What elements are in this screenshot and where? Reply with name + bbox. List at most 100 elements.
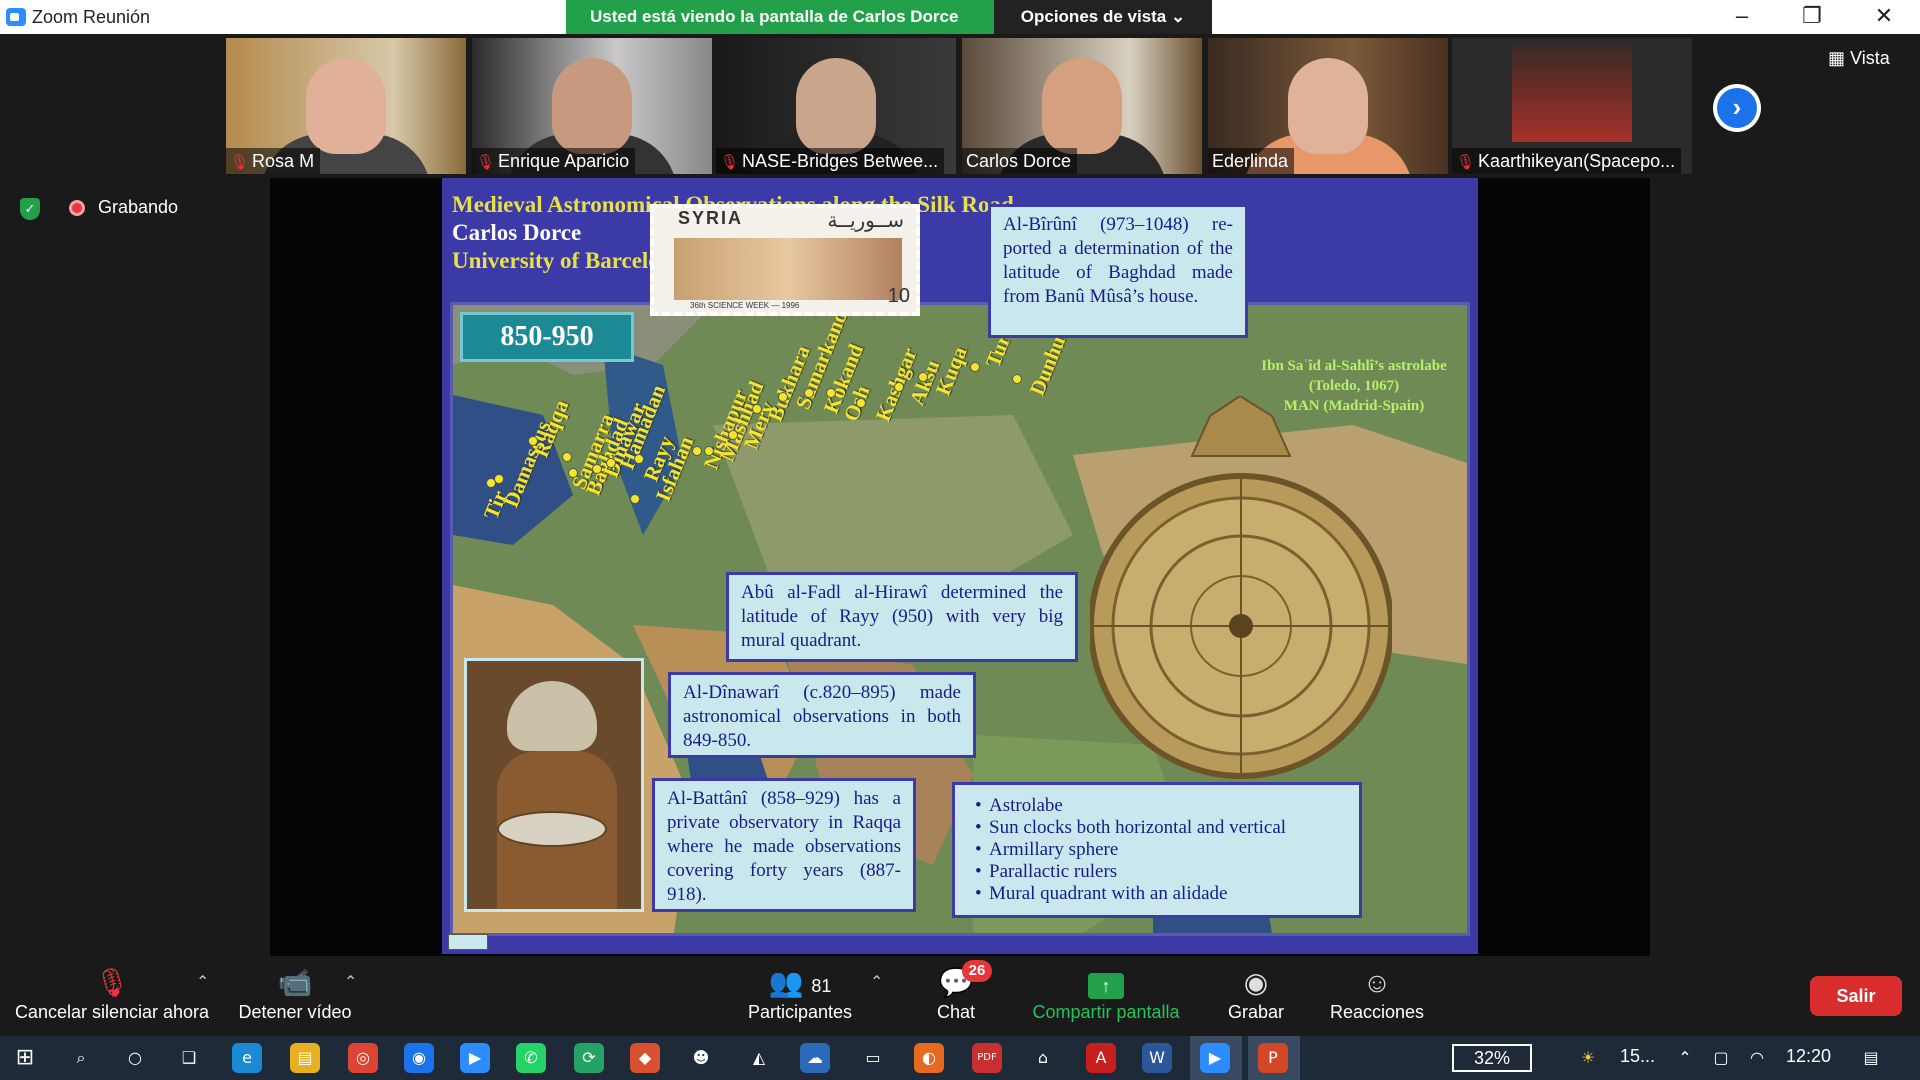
muted-mic-icon: 🎙 [476, 154, 496, 171]
participant-tile[interactable]: 🎙 NASE-Bridges Betwee... [716, 38, 956, 174]
participant-tile[interactable]: Ederlinda [1208, 38, 1448, 174]
zoom-active-icon[interactable]: ▶ [1200, 1043, 1230, 1073]
app-icon[interactable]: ▭ [858, 1043, 888, 1073]
chevron-up-icon[interactable]: ⌃ [870, 972, 883, 992]
view-button[interactable]: ▦ Vista [1828, 48, 1890, 69]
unmute-label: Cancelar silenciar ahora [14, 1002, 210, 1022]
record-label: Grabar [1227, 1002, 1285, 1022]
chevron-up-icon[interactable]: ⌃ [1670, 1043, 1700, 1073]
weather-text[interactable]: 15... [1620, 1046, 1655, 1067]
acrobat-icon[interactable]: A [1086, 1043, 1116, 1073]
participant-name-bar: 🎙 Enrique Aparicio [472, 148, 636, 174]
caption-line: Ibn Saʿîd al-Sahlî’s astrolabe [1261, 358, 1447, 374]
dinawari-callout: Al-Dînawarî (c.820–895) made astronomica… [668, 672, 976, 758]
share-arrow-icon: ↑ [1088, 973, 1124, 999]
file-explorer-icon[interactable]: ▤ [290, 1043, 320, 1073]
view-options-button[interactable]: Opciones de vista ⌄ [994, 0, 1212, 34]
participant-name-bar: 🎙 NASE-Bridges Betwee... [716, 148, 945, 174]
participant-tile[interactable]: 🎙 Kaarthikeyan(Spacepo... [1452, 38, 1692, 174]
firefox-icon[interactable]: ◐ [914, 1043, 944, 1073]
next-page-button[interactable]: › [1713, 84, 1761, 132]
chat-button[interactable]: 💬 Chat [904, 958, 1008, 1036]
hirawi-callout: Abû al-Fadl al-Hirawî determined the lat… [726, 572, 1078, 662]
weather-icon[interactable]: ☀ [1576, 1043, 1600, 1073]
city-dot [894, 382, 904, 392]
city-dot [804, 388, 814, 398]
whatsapp-icon[interactable]: ✆ [516, 1043, 546, 1073]
participant-tile-active-speaker[interactable]: Carlos Dorce [962, 38, 1202, 174]
stamp-caption: 36th SCIENCE WEEK — 1996 [690, 301, 800, 310]
share-label: Compartir pantalla [1032, 1002, 1180, 1022]
muted-mic-icon: 🎙 [1456, 154, 1476, 171]
powerpoint-icon[interactable]: P [1258, 1043, 1288, 1073]
muted-mic-icon: 🎙 [720, 154, 740, 171]
participant-name: Ederlinda [1212, 151, 1289, 171]
stamp-country: SYRIA [678, 208, 744, 228]
grid-icon: ▦ [1828, 48, 1851, 68]
astrolabe-caption: Ibn Saʿîd al-Sahlî’s astrolabe (Toledo, … [1236, 356, 1472, 416]
slide-author: Carlos Dorce [452, 220, 582, 245]
close-icon[interactable]: ✕ [1856, 0, 1912, 34]
city-dot [692, 446, 702, 456]
app-icon[interactable]: ◆ [630, 1043, 660, 1073]
search-icon[interactable]: ⌕ [66, 1043, 96, 1073]
clock[interactable]: 12:20 [1786, 1046, 1831, 1067]
avatar [796, 58, 876, 154]
app-icon[interactable]: ☻ [686, 1043, 716, 1073]
task-view-icon[interactable]: ❑ [174, 1043, 204, 1073]
meet-now-icon[interactable]: ▢ [1706, 1043, 1736, 1073]
record-button[interactable]: ◉ Grabar [1212, 958, 1300, 1036]
windows-start-icon[interactable]: ⊞ [10, 1043, 40, 1073]
avatar [306, 58, 386, 154]
city-dot [606, 458, 616, 468]
word-icon[interactable]: W [1142, 1043, 1172, 1073]
camera-icon: 📹 [277, 967, 313, 998]
restore-icon[interactable]: ❐ [1784, 0, 1840, 34]
participant-tile[interactable]: 🎙 Rosa M [226, 38, 466, 174]
participant-name: Enrique Aparicio [498, 151, 630, 171]
security-shield-icon[interactable]: ✓ [20, 198, 40, 220]
participant-tile[interactable]: 🎙 Enrique Aparicio [472, 38, 712, 174]
instrument-icon [497, 811, 607, 847]
avatar [507, 681, 597, 751]
minimize-icon[interactable]: – [1714, 0, 1770, 34]
avatar [1042, 58, 1122, 154]
wifi-icon[interactable]: ◠ [1742, 1043, 1772, 1073]
slide-nav-icon[interactable] [448, 934, 488, 950]
avatar [1512, 46, 1632, 142]
chevron-up-icon[interactable]: ⌃ [344, 972, 357, 992]
unmute-button[interactable]: 🎙 Cancelar silenciar ahora [10, 958, 214, 1036]
caption-line: (Toledo, 1067) [1308, 378, 1400, 394]
biruni-callout: Al-Bîrûnî (973–1048) re-ported a determi… [988, 204, 1248, 338]
app-icon[interactable]: ⌂ [1028, 1043, 1058, 1073]
participant-name-bar: 🎙 Kaarthikeyan(Spacepo... [1452, 148, 1682, 174]
chevron-up-icon[interactable]: ⌃ [196, 972, 209, 992]
astrolabe-image [1090, 396, 1392, 779]
chrome-icon[interactable]: ◎ [348, 1043, 378, 1073]
record-icon: ◉ [1243, 967, 1269, 998]
edge-icon[interactable]: e [232, 1043, 262, 1073]
participants-button[interactable]: 👥 81 Participantes [740, 958, 860, 1036]
recording-label: Grabando [98, 197, 179, 217]
app-icon[interactable]: ☁ [800, 1043, 830, 1073]
meeting-controls: 🎙 Cancelar silenciar ahora ⌃ 📹 Detener v… [0, 958, 1920, 1036]
app-icon[interactable]: ◭ [744, 1043, 774, 1073]
zoom-icon[interactable]: ▶ [460, 1043, 490, 1073]
city-dot [634, 454, 644, 464]
muted-mic-icon: 🎙 [230, 154, 250, 171]
cortana-icon[interactable]: ○ [120, 1043, 150, 1073]
app-icon[interactable]: ◉ [404, 1043, 434, 1073]
app-icon[interactable]: ⟳ [574, 1043, 604, 1073]
battery-indicator[interactable]: 32% [1452, 1044, 1532, 1072]
list-item: Parallactic rulers [975, 861, 1359, 883]
battani-callout: Al-Battânî (858–929) has a private obser… [652, 778, 916, 912]
pdf-to-jpg-icon[interactable]: PDF [972, 1043, 1002, 1073]
city-dot [826, 388, 836, 398]
leave-button[interactable]: Salir [1810, 976, 1902, 1016]
caption-line: MAN (Madrid-Spain) [1283, 398, 1425, 414]
reactions-button[interactable]: ☺ Reacciones [1322, 958, 1432, 1036]
notification-icon[interactable]: ▤ [1856, 1043, 1886, 1073]
stop-video-button[interactable]: 📹 Detener vídeo [230, 958, 360, 1036]
share-screen-button[interactable]: ↑ Compartir pantalla [1024, 958, 1188, 1036]
city-dot [778, 392, 788, 402]
